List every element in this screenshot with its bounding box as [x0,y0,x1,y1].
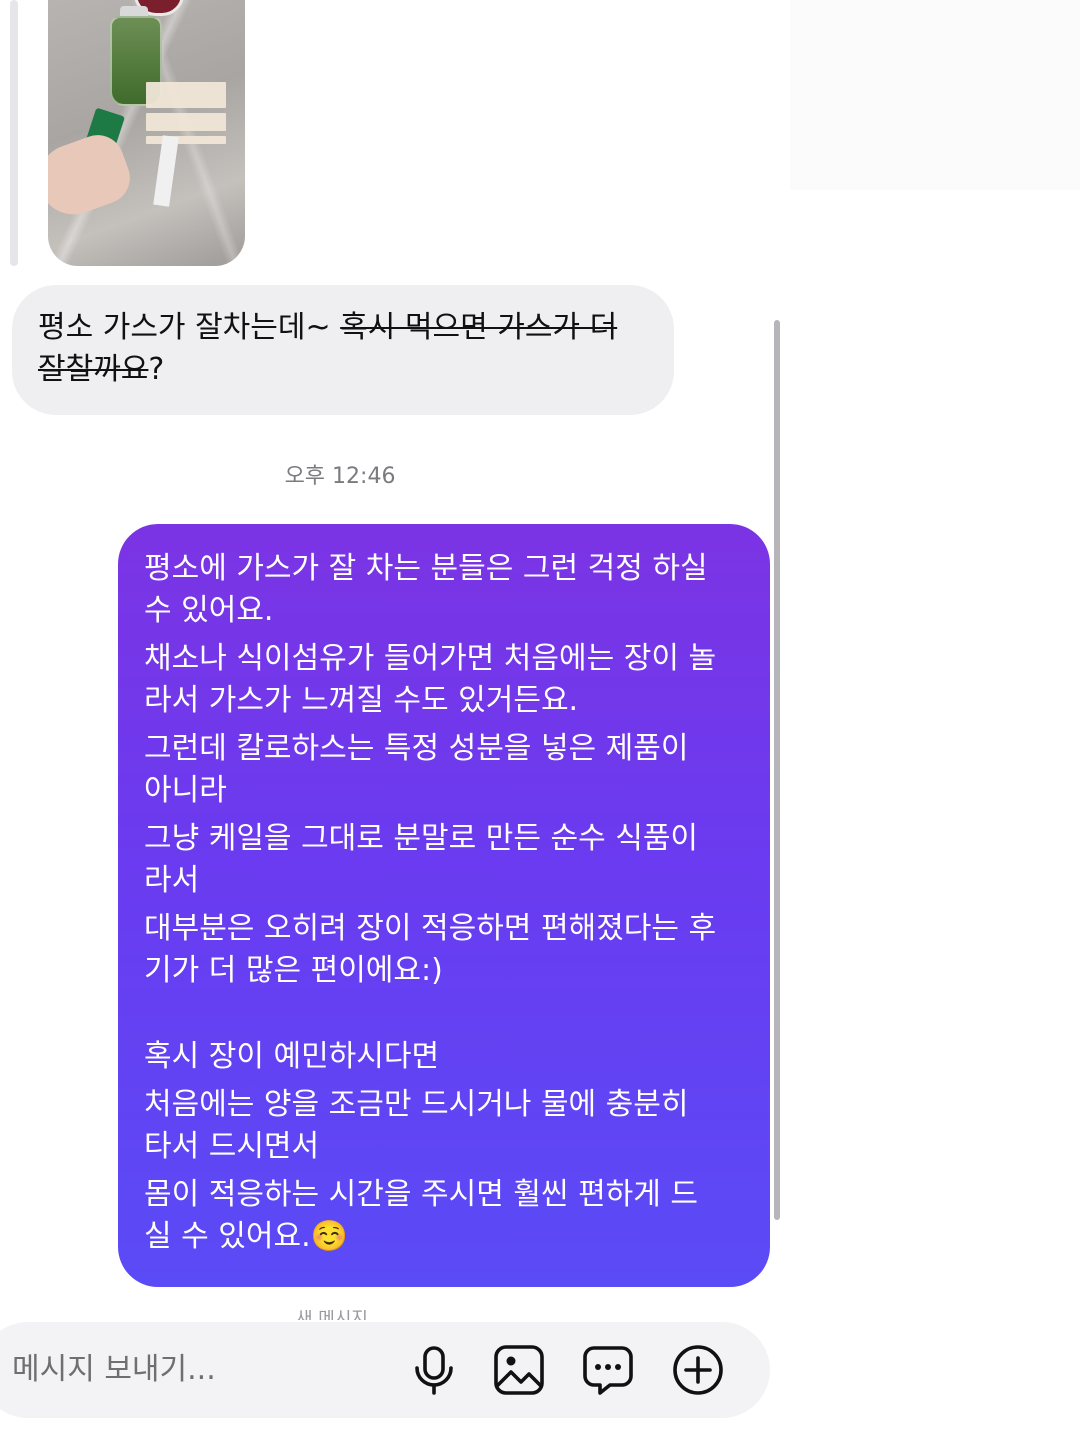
sent-line: 기가 더 많은 편이에요:) [144,953,443,988]
shared-story-image[interactable] [48,0,245,266]
sent-line: 혹시 장이 예민하시다면 [144,1039,440,1074]
sent-line: 라서 [144,863,200,898]
sent-line: 실 수 있어요. [144,1219,311,1254]
sent-line: 아니라 [144,773,227,808]
microphone-icon[interactable] [408,1344,460,1396]
new-message-divider: 새 메시지 [296,1310,368,1320]
background-blur [790,0,1080,190]
received-strikethrough-text-2: 잘찰까요 [38,352,149,387]
reply-quote-line [10,0,18,266]
message-timestamp: 오후 12:46 [284,464,396,489]
image-icon[interactable] [493,1344,545,1396]
sent-line: 대부분은 오히려 장이 적응하면 편해졌다는 후 [144,911,717,946]
sent-line: 채소나 식이섬유가 들어가면 처음에는 장이 놀 [144,641,717,676]
sent-line: 그냥 케일을 그대로 분말로 만든 순수 식품이 [144,821,699,856]
sent-line: 타서 드시면서 [144,1129,320,1164]
sent-line: 그런데 칼로하스는 특정 성분을 넣은 제품이 [144,731,689,766]
received-ending: ? [148,352,165,387]
scrollbar[interactable] [774,320,780,1220]
smiling-face-emoji: ☺️ [310,1219,348,1254]
received-text: 평소 가스가 잘차는데~ [38,310,331,345]
sent-line: 수 있어요. [144,593,274,628]
received-strikethrough-text: 혹시 먹으면 가스가 더 [340,310,618,345]
sent-line: 평소에 가스가 잘 차는 분들은 그런 걱정 하실 [144,551,708,586]
sent-line: 처음에는 양을 조금만 드시거나 물에 충분히 [144,1087,689,1122]
story-text-notes [146,82,226,149]
sent-line: 몸이 적응하는 시간을 주시면 훨씬 편하게 드 [144,1177,699,1212]
sent-line: 라서 가스가 느껴질 수도 있거든요. [144,683,579,718]
message-input[interactable]: 메시지 보내기... [12,1348,392,1392]
sticker-chat-icon[interactable] [582,1344,634,1396]
received-message-bubble[interactable]: 평소 가스가 잘차는데~ 혹시 먹으면 가스가 더 잘찰까요? [12,285,674,415]
sent-message-bubble[interactable]: 평소에 가스가 잘 차는 분들은 그런 걱정 하실 수 있어요. 채소나 식이섬… [118,524,770,1287]
add-circle-icon[interactable] [672,1344,724,1396]
